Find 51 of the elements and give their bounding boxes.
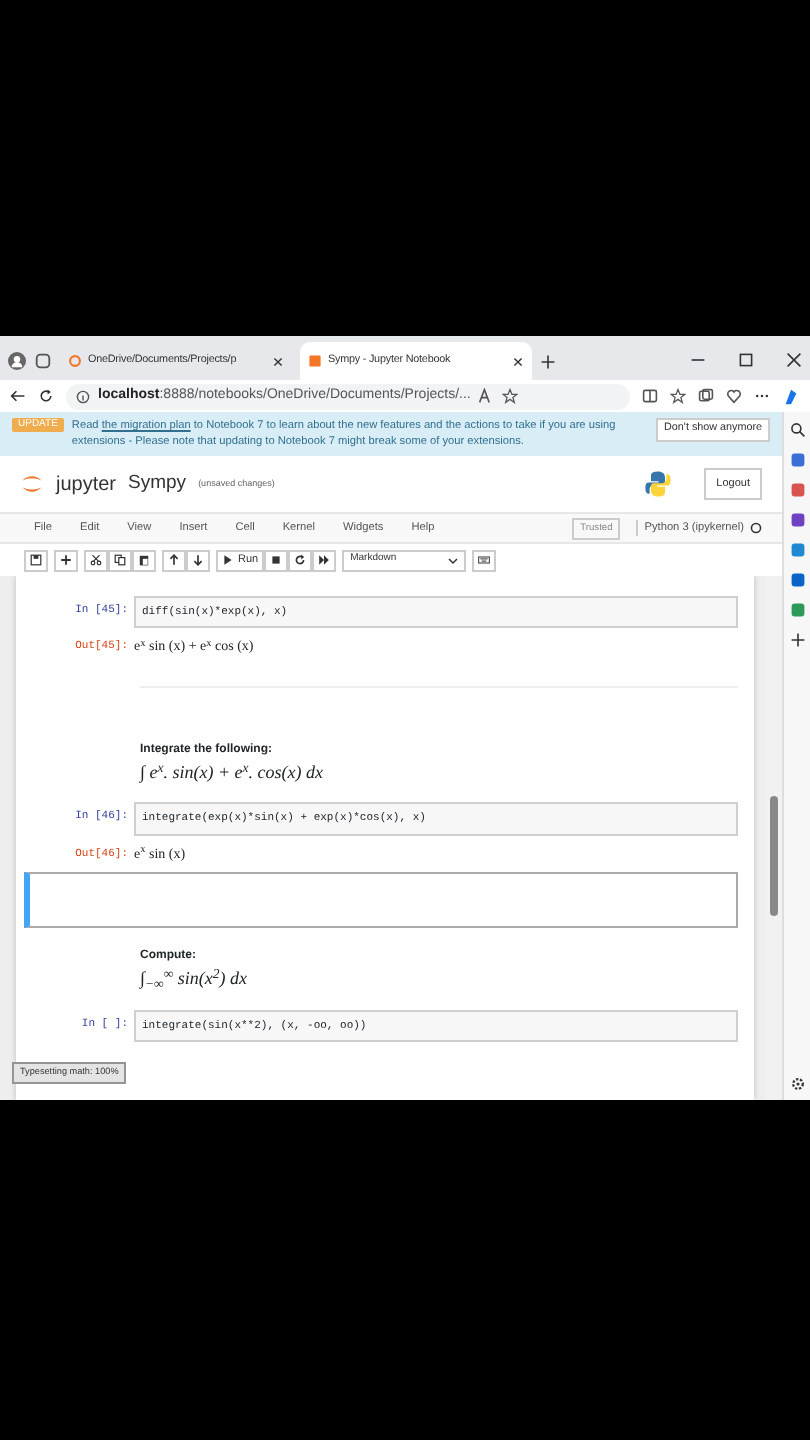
loading-icon xyxy=(68,354,82,368)
stop-button[interactable] xyxy=(264,549,289,572)
info-icon xyxy=(76,389,90,403)
settings-icon[interactable] xyxy=(789,1076,805,1092)
math-formula: ∫$_{−∞}$$^{∞}$ sin(x$^{2}$) dx xyxy=(140,966,250,994)
plus-icon[interactable] xyxy=(789,632,805,648)
profile-icon[interactable] xyxy=(8,352,26,370)
plus-icon[interactable] xyxy=(540,354,556,370)
cut-icon xyxy=(90,554,102,567)
add-cell-button[interactable] xyxy=(54,549,78,572)
heart-icon[interactable] xyxy=(726,388,742,404)
search-icon[interactable] xyxy=(789,422,805,438)
jupyter-wordmark: jupyter xyxy=(56,471,117,500)
copy-icon xyxy=(114,554,126,567)
keyboard-button[interactable] xyxy=(472,549,497,572)
close-icon[interactable] xyxy=(512,355,524,367)
cut-button[interactable] xyxy=(84,549,108,572)
math-formula: ∫ e$^{x}$. sin(x) + e$^{x}$. cos(x) dx xyxy=(140,759,326,787)
notebook-title[interactable]: Sympy xyxy=(128,470,187,499)
read-aloud-icon[interactable] xyxy=(478,388,495,404)
favorites-icon[interactable] xyxy=(670,388,686,404)
save-button[interactable] xyxy=(24,549,48,572)
move-down-icon xyxy=(192,554,204,567)
kernel-status-icon xyxy=(750,522,762,535)
move-up-icon xyxy=(168,554,180,567)
move-down-button[interactable] xyxy=(186,549,210,572)
maximize-icon[interactable] xyxy=(738,352,754,368)
restart-icon xyxy=(294,554,307,567)
keyboard-icon xyxy=(478,554,491,567)
python-logo-icon xyxy=(644,470,673,499)
stop-icon xyxy=(270,554,283,567)
jupyter-logo-icon xyxy=(20,472,44,497)
refresh-icon[interactable] xyxy=(38,388,54,404)
back-icon[interactable] xyxy=(10,388,26,404)
fast-forward-button[interactable] xyxy=(312,549,337,572)
run-icon xyxy=(222,554,234,567)
paste-button[interactable] xyxy=(132,549,156,572)
markdown-cell[interactable] xyxy=(24,872,738,929)
add-cell-icon xyxy=(60,554,72,567)
close-icon[interactable] xyxy=(272,355,284,367)
copy-button[interactable] xyxy=(108,549,132,572)
paste-icon xyxy=(138,554,150,567)
close-icon[interactable] xyxy=(786,352,802,368)
caret-icon xyxy=(448,555,459,566)
fast-forward-icon xyxy=(318,554,331,567)
move-up-button[interactable] xyxy=(162,549,186,572)
star-icon[interactable] xyxy=(502,388,519,404)
restart-button[interactable] xyxy=(288,549,313,572)
notebook-icon xyxy=(308,354,322,368)
split-screen-icon[interactable] xyxy=(642,388,658,404)
save-icon xyxy=(30,554,42,567)
